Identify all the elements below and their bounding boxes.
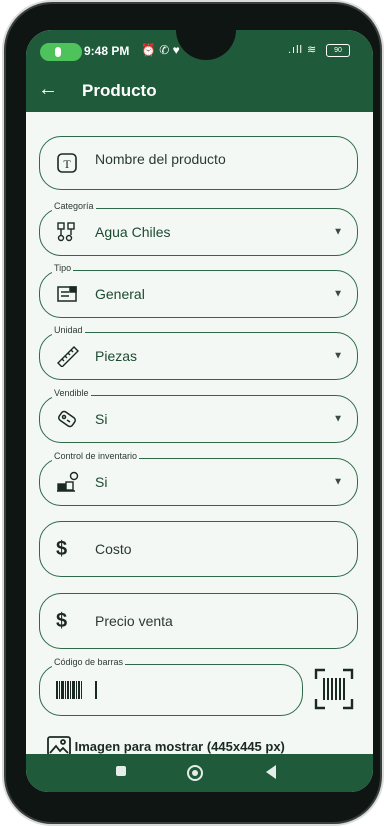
text-caret [95, 681, 97, 699]
ruler-icon [56, 345, 79, 368]
battery-icon: 90 [326, 44, 350, 57]
unit-label: Unidad [52, 325, 85, 335]
type-select[interactable]: Tipo General ▼ [39, 263, 358, 318]
dropdown-arrow-icon: ▼ [333, 350, 343, 362]
dropdown-arrow-icon: ▼ [333, 476, 343, 488]
system-nav-bar [26, 754, 373, 792]
dollar-icon: $ [56, 538, 68, 560]
back-icon[interactable] [264, 764, 278, 785]
image-label: Imagen para mostrar (445x445 px) [74, 738, 285, 754]
cost-field[interactable]: $ Costo [39, 521, 358, 577]
inventory-control-value: Si [95, 474, 108, 490]
camera-notch [176, 30, 236, 60]
status-bar: 9:48 PM ⏰ ✆ ♥ .ıll ≋ 90 [26, 30, 373, 72]
call-indicator [40, 43, 82, 61]
dropdown-arrow-icon: ▼ [333, 413, 343, 425]
category-label: Categoría [52, 201, 96, 211]
recents-icon[interactable] [114, 764, 128, 783]
product-name-placeholder: Nombre del producto [95, 151, 226, 167]
inventory-control-label: Control de inventario [52, 451, 140, 461]
category-value: Agua Chiles [95, 224, 171, 240]
inventory-boxes-icon [56, 471, 79, 493]
barcode-label: Código de barras [52, 657, 126, 667]
status-time: 9:48 PM [84, 44, 130, 58]
product-name-field[interactable]: T Nombre del producto [39, 136, 358, 190]
cost-placeholder: Costo [95, 541, 132, 557]
svg-text:T: T [63, 157, 71, 171]
app-bar: ← Producto [26, 72, 373, 112]
unit-select[interactable]: Unidad Piezas ▼ [39, 325, 358, 380]
list-doc-icon [56, 283, 78, 305]
sale-price-placeholder: Precio venta [95, 613, 173, 629]
back-arrow-icon[interactable]: ← [38, 78, 58, 101]
home-icon[interactable] [186, 764, 204, 787]
barcode-field[interactable]: Código de barras [39, 657, 303, 716]
page-title: Producto [82, 81, 157, 100]
dropdown-arrow-icon: ▼ [333, 226, 343, 238]
dollar-icon: $ [56, 610, 68, 632]
type-label: Tipo [52, 263, 74, 273]
text-icon: T [56, 152, 78, 174]
price-tag-icon [56, 408, 78, 430]
signal-wifi-icon: .ıll ≋ [288, 44, 318, 56]
unit-value: Piezas [95, 348, 138, 364]
sellable-label: Vendible [52, 388, 91, 398]
alarm-icon: ⏰ ✆ ♥ [141, 43, 180, 57]
barcode-icon [56, 681, 82, 704]
sellable-select[interactable]: Vendible Si ▼ [39, 388, 358, 443]
sale-price-field[interactable]: $ Precio venta [39, 593, 358, 649]
category-tree-icon [56, 221, 78, 243]
inventory-control-select[interactable]: Control de inventario Si ▼ [39, 451, 358, 506]
screen: 9:48 PM ⏰ ✆ ♥ .ıll ≋ 90 ← Producto T Nom… [26, 30, 373, 792]
scan-barcode-button[interactable] [313, 667, 355, 711]
category-select[interactable]: Categoría Agua Chiles ▼ [39, 201, 358, 256]
sellable-value: Si [95, 411, 108, 427]
type-value: General [95, 286, 145, 302]
phone-frame: 9:48 PM ⏰ ✆ ♥ .ıll ≋ 90 ← Producto T Nom… [6, 4, 380, 822]
dropdown-arrow-icon: ▼ [333, 288, 343, 300]
